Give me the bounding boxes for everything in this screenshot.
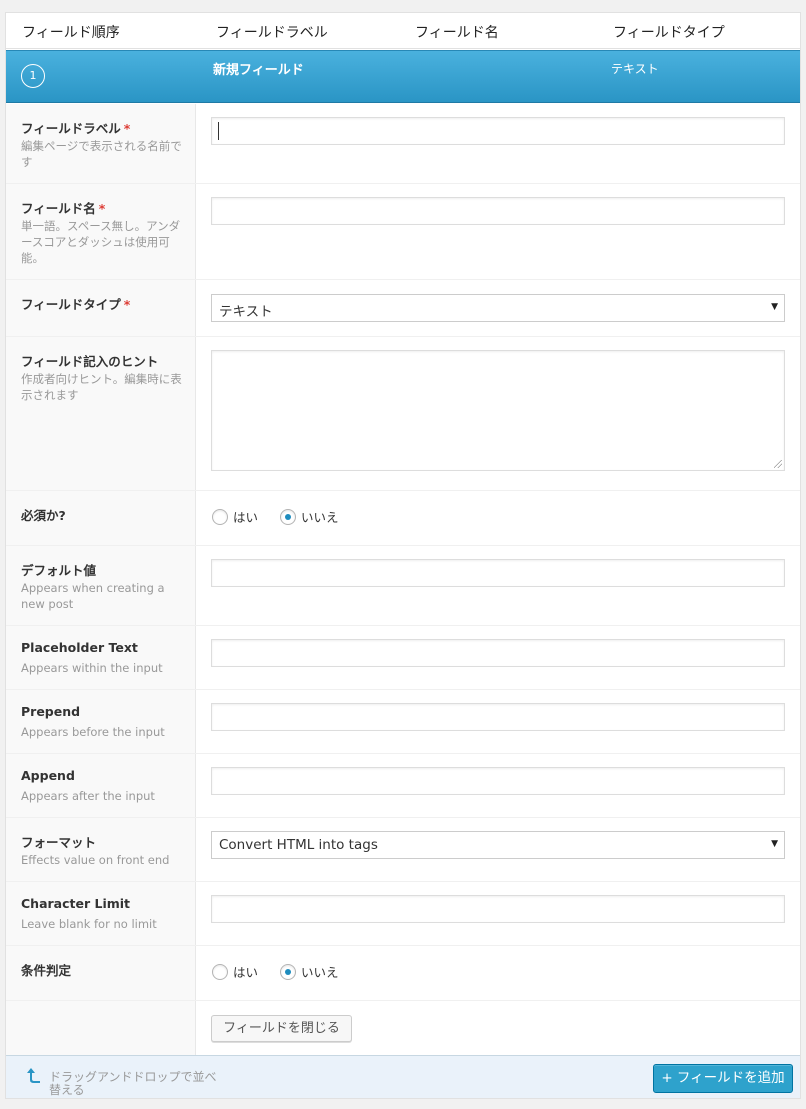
field-type-selected: テキスト <box>219 304 273 320</box>
row-label-cell: フォーマット Effects value on front end <box>6 818 196 881</box>
header-field-label: フィールドラベル <box>216 25 328 41</box>
close-field-button[interactable]: フィールドを閉じる <box>211 1015 352 1042</box>
default-value-title: デフォルト値 <box>21 563 97 578</box>
row-field-name: フィールド名 * 単一語。スペース無し。アンダースコアとダッシュは使用可能。 <box>6 184 800 280</box>
placeholder-title: Placeholder Text <box>21 640 138 655</box>
row-instructions: フィールド記入のヒント 作成者向けヒント。編集時に表示されます <box>6 337 800 491</box>
field-type-title: フィールドタイプ * <box>21 297 131 312</box>
row-required: 必須か? はい いいえ <box>6 491 800 546</box>
add-field-button[interactable]: + フィールドを追加 <box>653 1064 793 1093</box>
required-yes-radio[interactable]: はい <box>212 507 258 526</box>
instructions-title: フィールド記入のヒント <box>21 354 159 369</box>
fields-footer: ドラッグアンドドロップで並べ替える + フィールドを追加 <box>6 1055 800 1098</box>
arrow-up-left-icon <box>27 1068 40 1083</box>
field-meta-label[interactable]: 新規フィールド <box>213 59 304 78</box>
row-field-label: フィールドラベル * 編集ページで表示される名前です <box>6 104 800 184</box>
field-name-title: フィールド名 * <box>21 201 106 216</box>
row-label-cell: Character Limit Leave blank for no limit <box>6 882 196 945</box>
drag-drop-hint: ドラッグアンドドロップで並べ替える <box>49 1070 217 1097</box>
field-name-desc: 単一語。スペース無し。アンダースコアとダッシュは使用可能。 <box>21 219 181 265</box>
conditional-no-radio[interactable]: いいえ <box>280 962 339 981</box>
formatting-title: フォーマット <box>21 835 97 850</box>
row-label-cell: デフォルト値 Appears when creating a new post <box>6 546 196 625</box>
dropdown-arrow-icon: ▼ <box>771 302 778 312</box>
header-field-order: フィールド順序 <box>22 25 120 41</box>
formatting-select[interactable]: Convert HTML into tags ▼ <box>211 831 785 859</box>
row-label-cell: Placeholder Text Appears within the inpu… <box>6 626 196 689</box>
row-label-cell: フィールド名 * 単一語。スペース無し。アンダースコアとダッシュは使用可能。 <box>6 184 196 279</box>
conditional-title: 条件判定 <box>21 963 72 978</box>
row-prepend: Prepend Appears before the input <box>6 690 800 754</box>
append-title: Append <box>21 768 75 783</box>
row-close: フィールドを閉じる <box>6 1001 800 1055</box>
prepend-title: Prepend <box>21 704 81 719</box>
append-input[interactable] <box>211 767 785 795</box>
row-conditional: 条件判定 はい いいえ <box>6 946 800 1001</box>
radio-circle-icon[interactable] <box>212 508 228 525</box>
field-meta-bar[interactable]: 1 新規フィールド テキスト <box>6 50 800 103</box>
resize-handle-icon[interactable] <box>774 460 782 468</box>
required-mark: * <box>123 121 131 136</box>
dropdown-arrow-icon: ▼ <box>771 839 778 849</box>
row-append: Append Appears after the input <box>6 754 800 818</box>
field-type-select[interactable]: テキスト ▼ <box>211 294 785 322</box>
default-value-input[interactable] <box>211 559 785 587</box>
row-field-type: フィールドタイプ * テキスト ▼ <box>6 280 800 337</box>
required-mark: * <box>98 201 106 216</box>
field-name-input[interactable] <box>211 197 785 225</box>
text-caret <box>218 122 219 140</box>
radio-checked-icon[interactable] <box>280 963 296 980</box>
placeholder-desc: Appears within the input <box>21 661 163 675</box>
row-label-cell: フィールドタイプ * <box>6 280 196 336</box>
prepend-input[interactable] <box>211 703 785 731</box>
conditional-yes-radio[interactable]: はい <box>212 962 258 981</box>
required-no-radio[interactable]: いいえ <box>280 507 339 526</box>
row-label-cell: フィールド記入のヒント 作成者向けヒント。編集時に表示されます <box>6 337 196 490</box>
row-char-limit: Character Limit Leave blank for no limit <box>6 882 800 946</box>
field-editor: フィールド順序 フィールドラベル フィールド名 フィールドタイプ 1 新規フィー… <box>5 12 801 1099</box>
conditional-radio-group: はい いいえ <box>212 962 357 981</box>
char-limit-title: Character Limit <box>21 896 131 911</box>
append-desc: Appears after the input <box>21 789 155 803</box>
row-label-cell: 必須か? <box>6 491 196 545</box>
default-value-desc: Appears when creating a new post <box>21 581 165 611</box>
row-label-cell: Prepend Appears before the input <box>6 690 196 753</box>
fields-table-header: フィールド順序 フィールドラベル フィールド名 フィールドタイプ <box>6 13 800 49</box>
required-title: 必須か? <box>21 508 66 523</box>
field-meta-type: テキスト <box>611 62 659 76</box>
radio-checked-icon[interactable] <box>280 508 296 525</box>
row-placeholder: Placeholder Text Appears within the inpu… <box>6 626 800 690</box>
prepend-desc: Appears before the input <box>21 725 165 739</box>
row-label-cell: 条件判定 <box>6 946 196 1000</box>
radio-circle-icon[interactable] <box>212 963 228 980</box>
row-label-cell: フィールドラベル * 編集ページで表示される名前です <box>6 104 196 183</box>
required-radio-group: はい いいえ <box>212 507 357 526</box>
row-formatting: フォーマット Effects value on front end Conver… <box>6 818 800 882</box>
instructions-desc: 作成者向けヒント。編集時に表示されます <box>21 372 182 402</box>
formatting-desc: Effects value on front end <box>21 853 170 867</box>
row-label-cell <box>6 1001 196 1055</box>
row-label-cell: Append Appears after the input <box>6 754 196 817</box>
char-limit-input[interactable] <box>211 895 785 923</box>
instructions-textarea[interactable] <box>211 350 785 471</box>
placeholder-input[interactable] <box>211 639 785 667</box>
field-label-input[interactable] <box>211 117 785 145</box>
header-field-name: フィールド名 <box>415 25 499 41</box>
field-label-desc: 編集ページで表示される名前です <box>21 139 182 169</box>
formatting-selected: Convert HTML into tags <box>219 837 378 853</box>
required-mark: * <box>123 297 131 312</box>
header-field-type: フィールドタイプ <box>613 25 725 41</box>
row-default-value: デフォルト値 Appears when creating a new post <box>6 546 800 626</box>
field-label-title: フィールドラベル * <box>21 121 131 136</box>
char-limit-desc: Leave blank for no limit <box>21 917 157 931</box>
field-order-badge: 1 <box>21 64 45 88</box>
